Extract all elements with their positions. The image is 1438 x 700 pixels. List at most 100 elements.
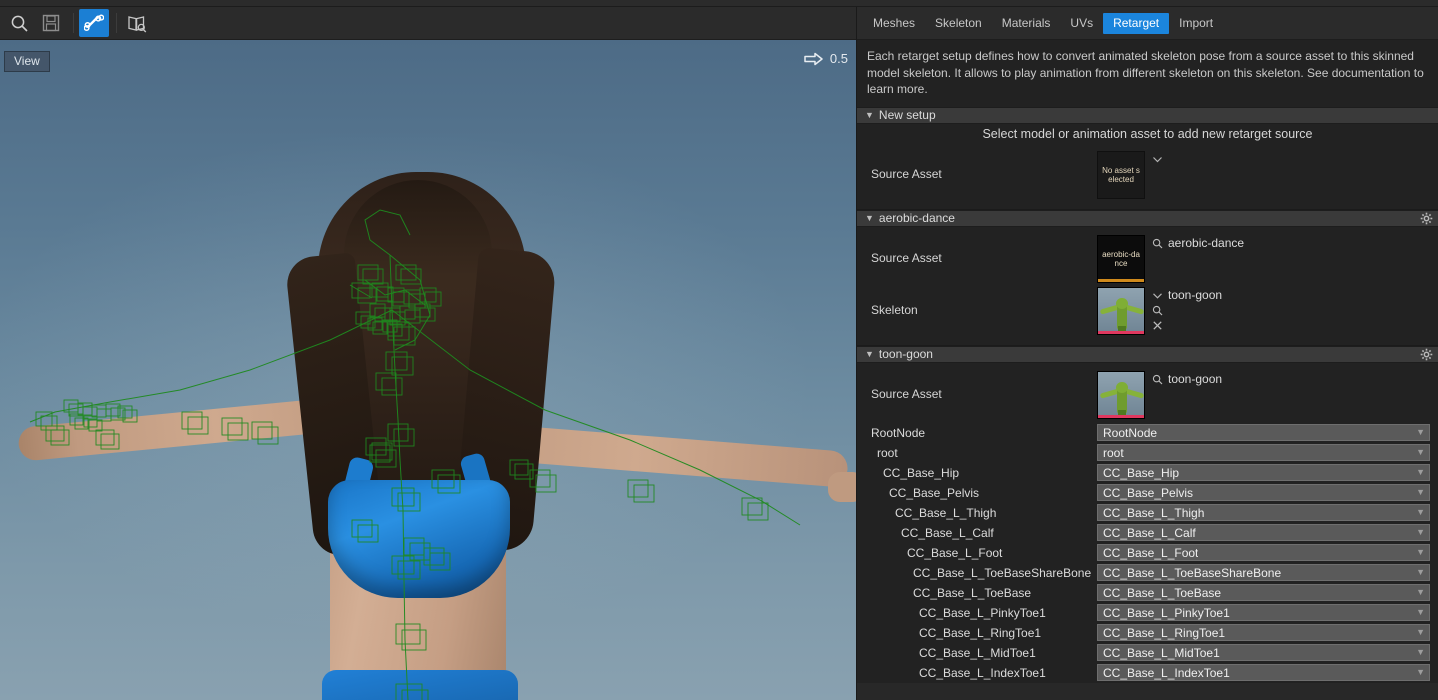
bone-mapping-row: CC_Base_L_ToeBase CC_Base_L_ToeBase ▼ (865, 583, 1430, 603)
search-icon[interactable] (1152, 305, 1163, 316)
toon-source-thumbnail[interactable] (1097, 370, 1145, 419)
bone-mapping-row: CC_Base_L_MidToe1 CC_Base_L_MidToe1 ▼ (865, 643, 1430, 663)
aerobic-skeleton-thumbnail[interactable] (1097, 286, 1145, 335)
bone-target-field: CC_Base_L_RingToe1 ▼ (1097, 624, 1430, 641)
bone-target-combobox[interactable]: CC_Base_L_ToeBaseShareBone ▼ (1097, 564, 1430, 581)
chevron-down-icon[interactable] (1152, 290, 1163, 301)
section-aerobic-dance-title: aerobic-dance (878, 211, 955, 225)
chevron-down-icon[interactable]: ▼ (1416, 668, 1425, 677)
bone-mapping-row: CC_Base_L_RingToe1 CC_Base_L_RingToe1 ▼ (865, 623, 1430, 643)
bone-target-combobox[interactable]: root ▼ (1097, 444, 1430, 461)
chevron-down-icon[interactable] (1152, 154, 1163, 165)
section-toon-goon-title: toon-goon (878, 347, 933, 361)
close-icon[interactable] (1152, 320, 1163, 331)
book-search-icon[interactable] (122, 9, 152, 37)
bone-target-combobox[interactable]: CC_Base_L_Foot ▼ (1097, 544, 1430, 561)
chevron-down-icon[interactable]: ▼ (1416, 568, 1425, 577)
tab-uvs[interactable]: UVs (1060, 13, 1103, 34)
bone-target-value: CC_Base_L_ToeBaseShareBone (1103, 565, 1282, 580)
bone-target-combobox[interactable]: CC_Base_L_RingToe1 ▼ (1097, 624, 1430, 641)
bone-target-value: CC_Base_L_MidToe1 (1103, 645, 1220, 660)
bone-source-name: CC_Base_L_PinkyToe1 (919, 605, 1046, 620)
tab-materials[interactable]: Materials (992, 13, 1061, 34)
gear-icon[interactable] (1420, 212, 1433, 225)
bone-mapping-row: CC_Base_L_Thigh CC_Base_L_Thigh ▼ (865, 503, 1430, 523)
bone-target-value: CC_Base_L_PinkyToe1 (1103, 605, 1230, 620)
new-setup-asset-meta (1152, 151, 1163, 167)
chevron-down-icon[interactable]: ▼ (1416, 488, 1425, 497)
bone-target-field: CC_Base_L_ToeBaseShareBone ▼ (1097, 564, 1430, 581)
bone-mapping-row: CC_Base_L_ToeBaseShareBone CC_Base_L_ToeB… (865, 563, 1430, 583)
bone-mapping-row: CC_Base_L_Calf CC_Base_L_Calf ▼ (865, 523, 1430, 543)
bone-target-field: CC_Base_L_Thigh ▼ (1097, 504, 1430, 521)
aerobic-source-thumbnail[interactable]: aerobic-dance (1097, 234, 1145, 283)
bone-target-combobox[interactable]: CC_Base_L_MidToe1 ▼ (1097, 644, 1430, 661)
bone-target-value: CC_Base_Pelvis (1103, 485, 1194, 500)
toolbar-divider (73, 13, 74, 33)
bone-target-combobox[interactable]: CC_Base_L_Thigh ▼ (1097, 504, 1430, 521)
bone-target-field: root ▼ (1097, 444, 1430, 461)
search-icon[interactable] (1152, 374, 1163, 385)
tab-meshes[interactable]: Meshes (863, 13, 925, 34)
new-setup-asset-thumbnail[interactable]: No asset selected (1097, 150, 1145, 199)
bone-target-value: root (1103, 445, 1124, 460)
chevron-down-icon[interactable]: ▼ (1416, 548, 1425, 557)
bone-icon[interactable] (79, 9, 109, 37)
bone-target-combobox[interactable]: RootNode ▼ (1097, 424, 1430, 441)
bone-target-combobox[interactable]: CC_Base_L_IndexToe1 ▼ (1097, 664, 1430, 681)
chevron-down-icon[interactable]: ▼ (1416, 528, 1425, 537)
section-aerobic-dance-header[interactable]: ▼ aerobic-dance (857, 209, 1438, 227)
bone-source-name: CC_Base_L_MidToe1 (919, 645, 1036, 660)
bone-target-combobox[interactable]: CC_Base_L_PinkyToe1 ▼ (1097, 604, 1430, 621)
section-toon-goon-header[interactable]: ▼ toon-goon (857, 345, 1438, 363)
chevron-down-icon: ▼ (865, 348, 874, 359)
gear-icon[interactable] (1420, 348, 1433, 361)
bone-target-value: CC_Base_Hip (1103, 465, 1180, 480)
bone-source-name: CC_Base_L_Thigh (895, 505, 997, 520)
section-toon-goon-body: Source Asset toon-goon (857, 362, 1438, 423)
search-icon[interactable] (1152, 238, 1163, 249)
aerobic-source-meta: aerobic-dance (1152, 235, 1244, 251)
chevron-down-icon: ▼ (865, 109, 874, 120)
search-icon[interactable] (4, 9, 34, 37)
toon-source-asset-value: toon-goon (1168, 372, 1223, 386)
chevron-down-icon[interactable]: ▼ (1416, 448, 1425, 457)
viewport-panel: View 0.5 (0, 7, 856, 700)
aerobic-source-asset-value: aerobic-dance (1168, 236, 1245, 250)
bone-target-value: CC_Base_L_RingToe1 (1103, 625, 1226, 640)
chevron-down-icon[interactable]: ▼ (1416, 468, 1425, 477)
chevron-down-icon[interactable]: ▼ (1416, 648, 1425, 657)
section-toon-goon: ▼ toon-goon Source Asset toon-goon RootN… (857, 345, 1438, 683)
bone-target-combobox[interactable]: CC_Base_Hip ▼ (1097, 464, 1430, 481)
save-icon[interactable] (36, 9, 66, 37)
chevron-down-icon[interactable]: ▼ (1416, 608, 1425, 617)
chevron-down-icon[interactable]: ▼ (1416, 628, 1425, 637)
thumb-type-bar (1098, 414, 1144, 418)
tab-skeleton[interactable]: Skeleton (925, 13, 992, 34)
bone-target-field: CC_Base_L_IndexToe1 ▼ (1097, 664, 1430, 681)
bone-source-name: CC_Base_L_ToeBaseShareBone (913, 565, 1092, 580)
bone-target-combobox[interactable]: CC_Base_L_Calf ▼ (1097, 524, 1430, 541)
section-new-setup-body: Select model or animation asset to add n… (857, 123, 1438, 210)
aerobic-source-asset-label: Source Asset (871, 250, 942, 265)
chevron-down-icon[interactable]: ▼ (1416, 428, 1425, 437)
thumb-type-bar (1098, 278, 1144, 282)
bone-target-value: CC_Base_L_Foot (1103, 545, 1199, 560)
aerobic-source-asset-row: Source Asset aerobic-dance aerobic-dance (865, 231, 1430, 287)
bone-source-name: CC_Base_L_ToeBase (913, 585, 1032, 600)
chevron-down-icon[interactable]: ▼ (1416, 508, 1425, 517)
tab-import[interactable]: Import (1169, 13, 1223, 34)
bone-target-value: CC_Base_L_IndexToe1 (1103, 665, 1230, 680)
bone-source-name: root (877, 445, 898, 460)
chevron-down-icon[interactable]: ▼ (1416, 588, 1425, 597)
viewport-canvas[interactable]: View 0.5 (0, 40, 856, 700)
section-new-setup-header[interactable]: ▼ New setup (857, 106, 1438, 124)
viewport-toolbar (0, 7, 856, 40)
section-new-setup: ▼ New setup Select model or animation as… (857, 106, 1438, 210)
bone-target-field: CC_Base_L_PinkyToe1 ▼ (1097, 604, 1430, 621)
panel-tab-bar: Meshes Skeleton Materials UVs Retarget Import (857, 7, 1438, 40)
tab-retarget[interactable]: Retarget (1103, 12, 1170, 34)
bone-target-value: CC_Base_L_Calf (1103, 525, 1196, 540)
bone-target-combobox[interactable]: CC_Base_Pelvis ▼ (1097, 484, 1430, 501)
bone-target-combobox[interactable]: CC_Base_L_ToeBase ▼ (1097, 584, 1430, 601)
